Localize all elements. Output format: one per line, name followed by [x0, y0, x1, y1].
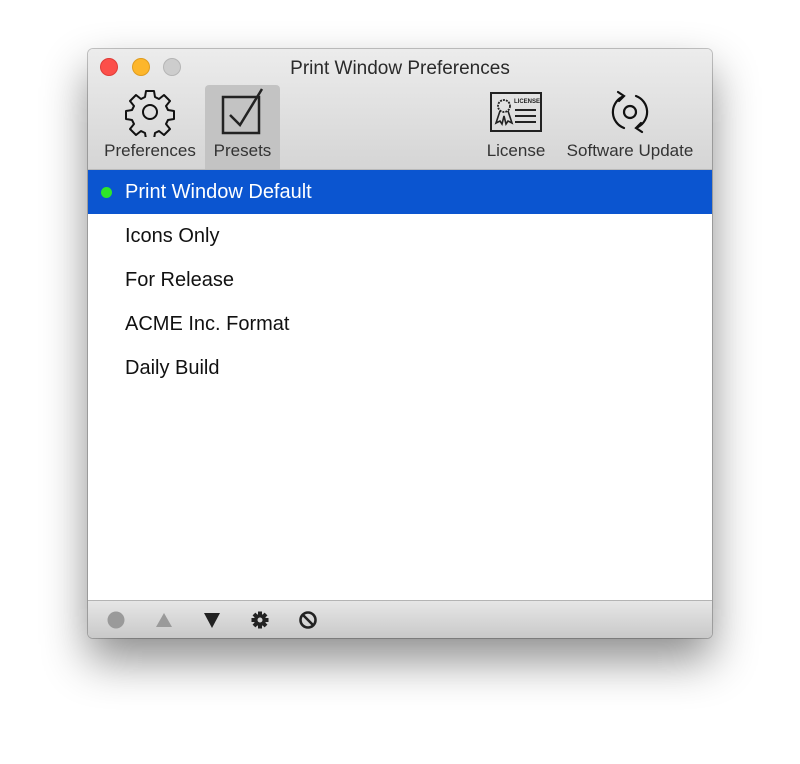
triangle-up-icon — [156, 613, 172, 627]
toolbar-label: License — [486, 141, 546, 160]
toolbar-label: Software Update — [566, 141, 694, 160]
license-icon-text: LICENSE — [514, 99, 540, 105]
toolbar-label: Presets — [213, 141, 272, 160]
gear-icon — [251, 611, 269, 629]
toolbar-item-presets[interactable]: Presets — [205, 85, 280, 169]
toolbar-label: Preferences — [104, 141, 196, 160]
preset-row-acme-inc-format[interactable]: ACME Inc. Format — [88, 302, 712, 346]
toolbar-item-software-update[interactable]: Software Update — [560, 85, 700, 169]
preset-row-for-release[interactable]: For Release — [88, 258, 712, 302]
preset-label: For Release — [125, 269, 234, 291]
title-bar: Print Window Preferences Preferences Pre… — [88, 49, 712, 170]
toolbar-item-license[interactable]: LICENSE License — [480, 85, 552, 169]
refresh-icon — [605, 87, 655, 142]
list-actions-bar — [88, 600, 712, 638]
preferences-window: Print Window Preferences Preferences Pre… — [88, 49, 712, 638]
set-default-button — [106, 610, 126, 630]
window-title: Print Window Preferences — [290, 58, 510, 79]
preset-row-print-window-default[interactable]: Print Window Default — [88, 170, 712, 214]
preset-label: Icons Only — [125, 225, 220, 247]
toolbar-item-preferences[interactable]: Preferences — [100, 85, 200, 169]
move-up-button — [154, 610, 174, 630]
triangle-down-icon — [204, 613, 220, 628]
delete-button[interactable] — [298, 610, 318, 630]
preset-row-icons-only[interactable]: Icons Only — [88, 214, 712, 258]
license-certificate-icon: LICENSE — [489, 87, 543, 142]
action-button[interactable] — [250, 610, 270, 630]
circle-icon — [107, 611, 125, 629]
preset-label: ACME Inc. Format — [125, 313, 290, 335]
preset-row-daily-build[interactable]: Daily Build — [88, 346, 712, 390]
preset-label: Print Window Default — [125, 181, 312, 203]
checkbox-icon — [218, 87, 268, 142]
preset-label: Daily Build — [125, 357, 220, 379]
gear-icon — [125, 87, 175, 142]
active-indicator-dot — [101, 187, 112, 198]
prohibited-icon — [299, 611, 317, 629]
presets-list[interactable]: Print Window Default Icons Only For Rele… — [88, 170, 712, 600]
move-down-button[interactable] — [202, 610, 222, 630]
